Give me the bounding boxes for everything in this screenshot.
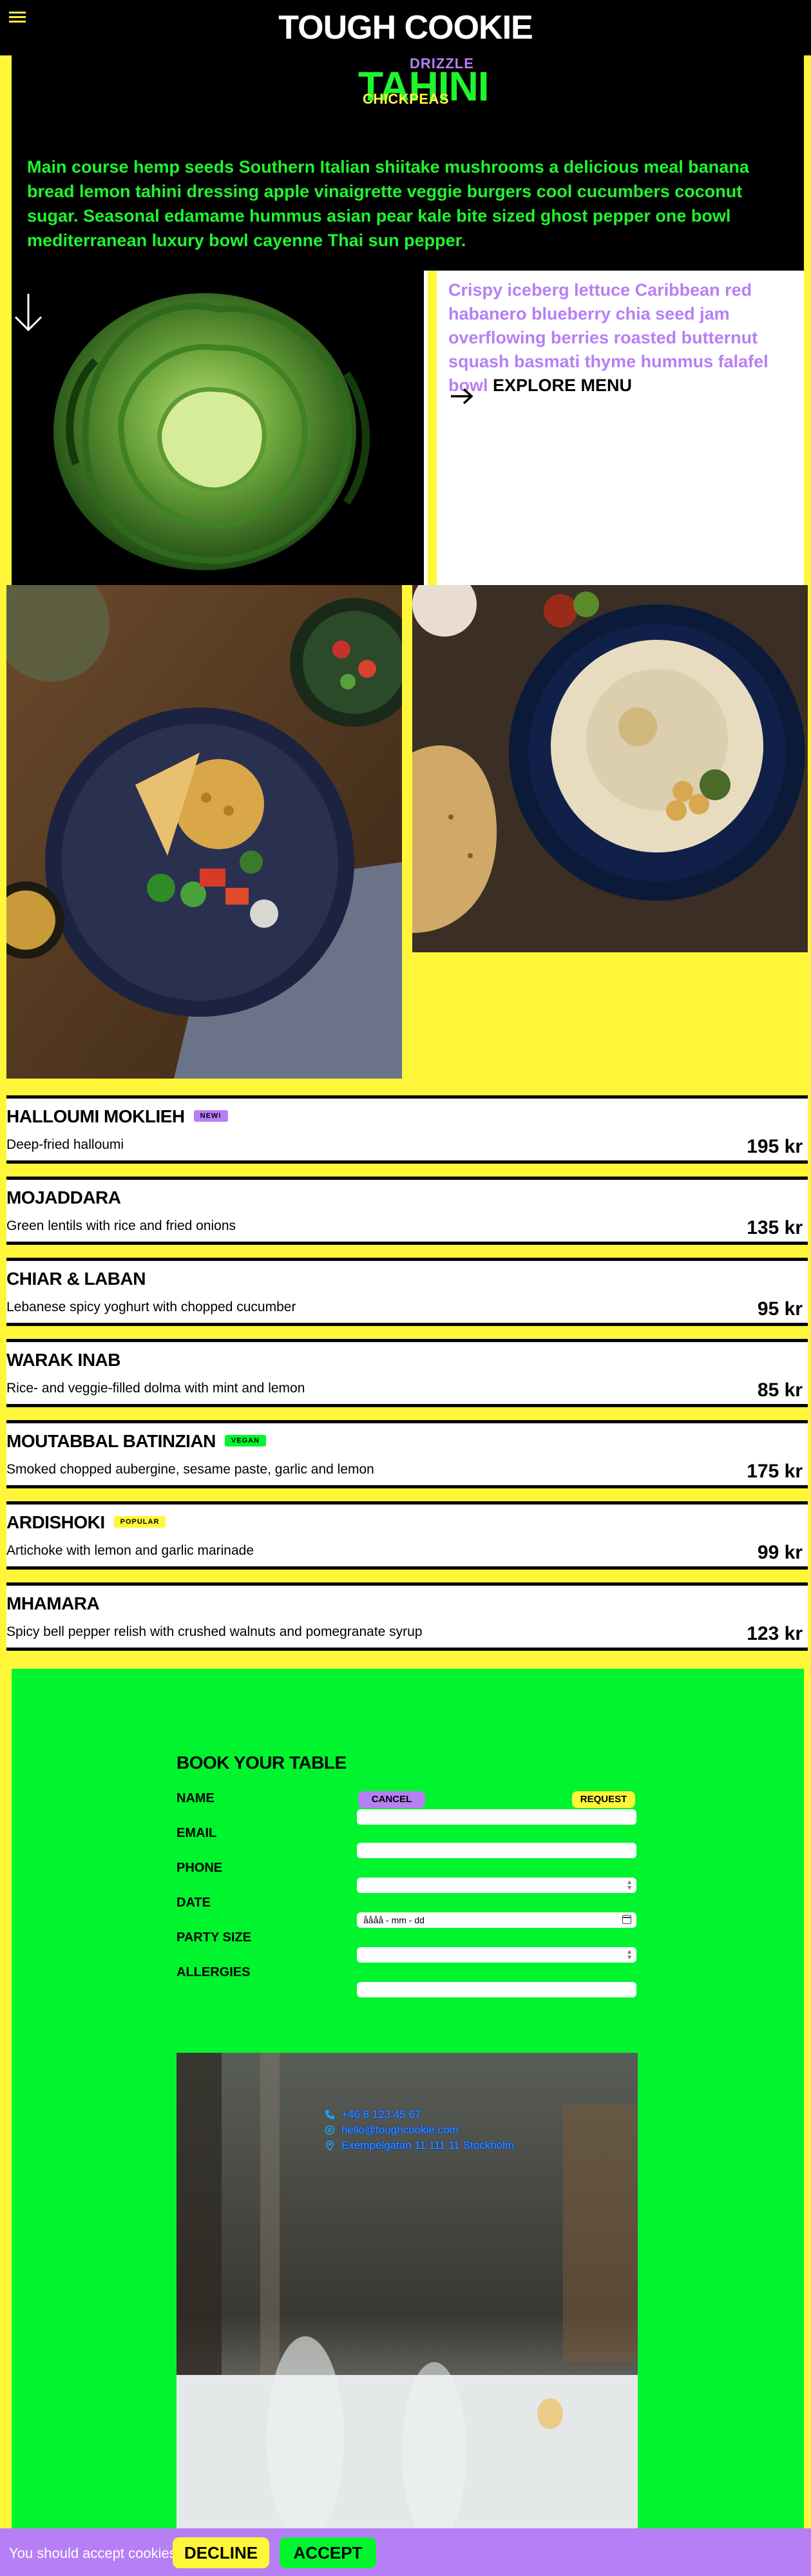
booking-title: BOOK YOUR TABLE: [177, 1753, 347, 1773]
menu-item-title: HALLOUMI MOKLIEH NEW!: [6, 1106, 228, 1127]
email-field[interactable]: [357, 1843, 636, 1858]
menu-item-title: CHIAR & LABAN: [6, 1269, 146, 1289]
phone-field[interactable]: ▲ ▼: [357, 1878, 636, 1893]
email-text: hello@toughcookie.com: [341, 2124, 459, 2136]
hero-section: DRIZZLE TAHINI CHICKPEAS Main course hem…: [12, 55, 804, 585]
right-arrow-icon[interactable]: [450, 387, 475, 406]
menu-item-title: MOUTABBAL BATINZIAN VEGAN: [6, 1431, 267, 1452]
menu-item-name: MHAMARA: [6, 1593, 100, 1613]
menu-item-name: WARAK INAB: [6, 1350, 121, 1370]
menu-item-price: 135 kr: [747, 1217, 803, 1238]
phone-label: PHONE: [177, 1861, 223, 1875]
phone-text: +46 8 123 45 67: [341, 2108, 421, 2120]
name-field[interactable]: [357, 1809, 636, 1825]
badge-popular: POPULAR: [113, 1515, 166, 1528]
badge-new: NEW!: [193, 1110, 228, 1122]
menu-item-desc: Rice- and veggie-filled dolma with mint …: [6, 1381, 305, 1396]
contact-phone[interactable]: +46 8 123 45 67: [325, 2107, 514, 2122]
hummus-photo: [412, 585, 808, 952]
at-icon: [325, 2125, 335, 2135]
allergies-field[interactable]: [357, 1982, 636, 1997]
contact-email[interactable]: hello@toughcookie.com: [325, 2122, 514, 2138]
down-arrow-icon[interactable]: [12, 291, 45, 335]
allergies-label: ALLERGIES: [177, 1965, 251, 1979]
party-size-label: PARTY SIZE: [177, 1930, 251, 1945]
menu-item-title: ARDISHOKI POPULAR: [6, 1512, 166, 1533]
menu-item[interactable]: ARDISHOKI POPULAR Artichoke with lemon an…: [6, 1501, 808, 1570]
date-field[interactable]: åååå - mm - dd: [357, 1912, 636, 1928]
menu-item-title: WARAK INAB: [6, 1350, 121, 1370]
cookie-banner: You should accept cookies. DECLINE ACCEP…: [0, 2528, 811, 2576]
top-bar: TOUGH COOKIE: [0, 0, 811, 55]
menu-item-price: 175 kr: [747, 1461, 803, 1482]
teaser-card: Crispy iceberg lettuce Caribbean red hab…: [424, 271, 804, 585]
brand-title[interactable]: TOUGH COOKIE: [0, 9, 811, 46]
booking-section: BOOK YOUR TABLE CANCEL REQUEST NAME EMAI…: [12, 1669, 804, 2576]
contact-address[interactable]: Exempelgatan 11 111 11 Stockholm: [325, 2138, 514, 2153]
request-button[interactable]: REQUEST: [572, 1791, 635, 1808]
logo-chickpeas: CHICKPEAS: [363, 91, 450, 107]
menu-item-price: 85 kr: [757, 1379, 803, 1401]
menu-item-name: MOJADDARA: [6, 1187, 121, 1207]
menu-item-desc: Lebanese spicy yoghurt with chopped cucu…: [6, 1300, 296, 1314]
restaurant-photo: +46 8 123 45 67 hello@toughcookie.com Ex…: [177, 2053, 638, 2576]
hero-text: Main course hemp seeds Southern Italian …: [27, 157, 749, 250]
cookie-text: You should accept cookies.: [9, 2545, 180, 2561]
teaser-text: Crispy iceberg lettuce Caribbean red hab…: [448, 278, 809, 398]
date-label: DATE: [177, 1896, 211, 1910]
menu-item[interactable]: CHIAR & LABAN Lebanese spicy yoghurt wit…: [6, 1258, 808, 1326]
menu-item-price: 99 kr: [757, 1542, 803, 1563]
menu-item-desc: Spicy bell pepper relish with crushed wa…: [6, 1624, 423, 1639]
contact-info: +46 8 123 45 67 hello@toughcookie.com Ex…: [325, 2107, 514, 2153]
location-icon: [326, 2140, 334, 2151]
menu-item-desc: Green lentils with rice and fried onions: [6, 1218, 236, 1233]
menu-item-price: 95 kr: [757, 1298, 803, 1320]
date-placeholder: åååå - mm - dd: [363, 1915, 425, 1925]
menu-item-price: 123 kr: [747, 1623, 803, 1644]
menu-item-name: HALLOUMI MOKLIEH: [6, 1106, 185, 1126]
menu-item-name: MOUTABBAL BATINZIAN: [6, 1431, 216, 1451]
menu-item-desc: Smoked chopped aubergine, sesame paste, …: [6, 1462, 374, 1477]
menu-item[interactable]: MOUTABBAL BATINZIAN VEGAN Smoked chopped …: [6, 1420, 808, 1488]
menu-item-title: MHAMARA: [6, 1593, 100, 1614]
party-size-field[interactable]: ▲ ▼: [357, 1947, 636, 1963]
menu-item-desc: Deep-fried halloumi: [6, 1137, 124, 1152]
menu-item[interactable]: WARAK INAB Rice- and veggie-filled dolma…: [6, 1339, 808, 1407]
explore-menu-link[interactable]: EXPLORE MENU: [493, 376, 632, 395]
menu-item-name: ARDISHOKI: [6, 1512, 105, 1532]
calendar-icon[interactable]: [622, 1915, 631, 1924]
lettuce-image: [12, 271, 423, 585]
salad-bowl-photo: [6, 585, 402, 1079]
menu-item[interactable]: HALLOUMI MOKLIEH NEW! Deep-fried halloumi…: [6, 1095, 808, 1164]
badge-vegan: VEGAN: [224, 1434, 267, 1447]
menu-item-desc: Artichoke with lemon and garlic marinade: [6, 1543, 254, 1558]
phone-icon: [325, 2110, 334, 2119]
stepper-icon[interactable]: ▲ ▼: [626, 1949, 633, 1961]
cancel-button[interactable]: CANCEL: [358, 1791, 425, 1808]
email-label: EMAIL: [177, 1826, 217, 1840]
address-text: Exempelgatan 11 111 11 Stockholm: [341, 2139, 515, 2151]
menu-item[interactable]: MOJADDARA Green lentils with rice and fr…: [6, 1177, 808, 1245]
menu-item-price: 195 kr: [747, 1136, 803, 1157]
menu-item-title: MOJADDARA: [6, 1187, 121, 1208]
name-label: NAME: [177, 1791, 215, 1805]
menu-item-name: CHIAR & LABAN: [6, 1269, 146, 1289]
menu-item[interactable]: MHAMARA Spicy bell pepper relish with cr…: [6, 1582, 808, 1651]
stepper-icon[interactable]: ▲ ▼: [626, 1879, 633, 1892]
accept-button[interactable]: ACCEPT: [280, 2537, 376, 2568]
decline-button[interactable]: DECLINE: [173, 2537, 269, 2568]
